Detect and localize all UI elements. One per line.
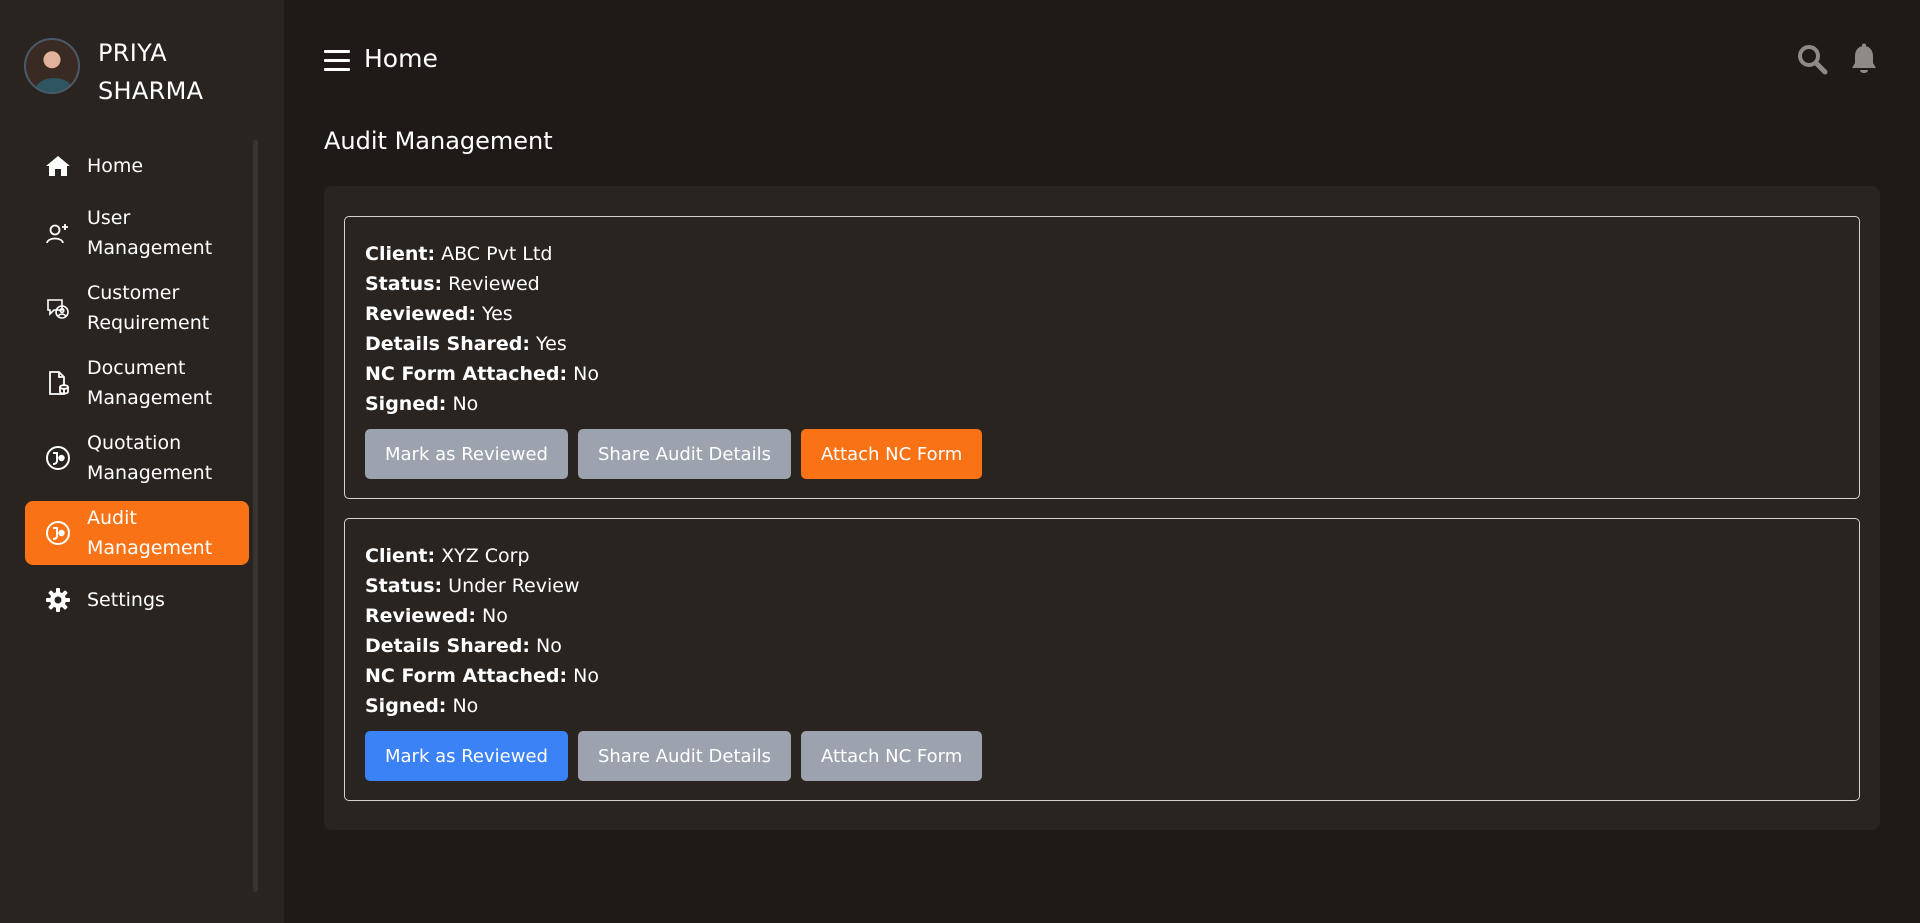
header-title: Home [364,44,438,73]
status-value: Reviewed [448,273,540,295]
client-row: Client: ABC Pvt Ltd [365,243,553,265]
add-user-icon [45,220,71,246]
status-value: Under Review [448,575,580,597]
nc-form-attached-value: No [573,363,599,385]
signed-row: Signed: No [365,393,479,415]
reviewed-value: Yes [482,303,513,325]
client-value: XYZ Corp [441,545,530,567]
details-shared-row: Details Shared: Yes [365,333,567,355]
nc-form-attached-value: No [573,665,599,687]
attach-nc-form-button[interactable]: Attach NC Form [800,731,983,781]
audit-actions: Mark as Reviewed Share Audit Details Att… [365,731,1839,781]
sidebar-item-label: Customer Requirement [87,282,210,334]
quotation-icon [45,445,71,471]
document-icon [45,370,71,396]
reviewed-value: No [482,605,508,627]
client-row: Client: XYZ Corp [365,545,530,567]
mark-as-reviewed-button[interactable]: Mark as Reviewed [365,731,568,781]
sidebar-nav: Home User Management Customer Requiremen… [25,142,249,635]
sidebar-item-user-management[interactable]: User Management [25,201,249,265]
user-name: PRIYA SHARMA [98,39,204,105]
reviewed-row: Reviewed: Yes [365,303,513,325]
sidebar-item-label: Document Management [87,357,213,409]
sidebar-scrollbar[interactable] [253,140,258,892]
signed-row: Signed: No [365,695,479,717]
sidebar-item-audit-management[interactable]: Audit Management [25,501,249,565]
mark-as-reviewed-button[interactable]: Mark as Reviewed [365,429,568,479]
home-icon [45,153,71,179]
details-shared-value: Yes [536,333,567,355]
details-shared-row: Details Shared: No [365,635,562,657]
status-row: Status: Reviewed [365,273,540,295]
nc-form-attached-row: NC Form Attached: No [365,363,599,385]
search-icon[interactable] [1796,43,1828,79]
sidebar-item-home[interactable]: Home [25,142,249,190]
gear-icon [45,587,71,613]
sidebar-item-label: Quotation Management [87,432,213,484]
sidebar-item-label: Settings [87,589,165,611]
signed-value: No [452,695,479,717]
reviewed-row: Reviewed: No [365,605,508,627]
share-audit-details-button[interactable]: Share Audit Details [577,429,791,479]
sidebar-item-label: Home [87,155,144,177]
sidebar-item-quotation-management[interactable]: Quotation Management [25,426,249,490]
status-row: Status: Under Review [365,575,580,597]
client-value: ABC Pvt Ltd [441,243,553,265]
audit-list-panel: Client: ABC Pvt Ltd Status: Reviewed Rev… [324,186,1880,830]
audit-icon [45,520,71,546]
audit-actions: Mark as Reviewed Share Audit Details Att… [365,429,1839,479]
sidebar-item-label: Audit Management [87,507,213,559]
audit-card: Client: XYZ Corp Status: Under Review Re… [344,518,1860,801]
share-audit-details-button[interactable]: Share Audit Details [577,731,791,781]
menu-toggle-icon[interactable] [324,50,350,72]
sidebar-item-customer-requirement[interactable]: Customer Requirement [25,276,249,340]
nc-form-attached-row: NC Form Attached: No [365,665,599,687]
sidebar-item-settings[interactable]: Settings [25,576,249,624]
avatar [24,38,80,94]
audit-card: Client: ABC Pvt Ltd Status: Reviewed Rev… [344,216,1860,499]
details-shared-value: No [536,635,562,657]
user-profile[interactable]: PRIYA SHARMA [24,34,228,110]
sidebar: PRIYA SHARMA Home User Management Custom… [0,0,284,923]
page-title: Audit Management [324,127,553,155]
bell-icon[interactable] [1849,43,1879,79]
sidebar-item-label: User Management [87,207,213,259]
signed-value: No [452,393,479,415]
attach-nc-form-button[interactable]: Attach NC Form [800,429,983,479]
sidebar-item-document-management[interactable]: Document Management [25,351,249,415]
chat-user-icon [45,295,71,321]
